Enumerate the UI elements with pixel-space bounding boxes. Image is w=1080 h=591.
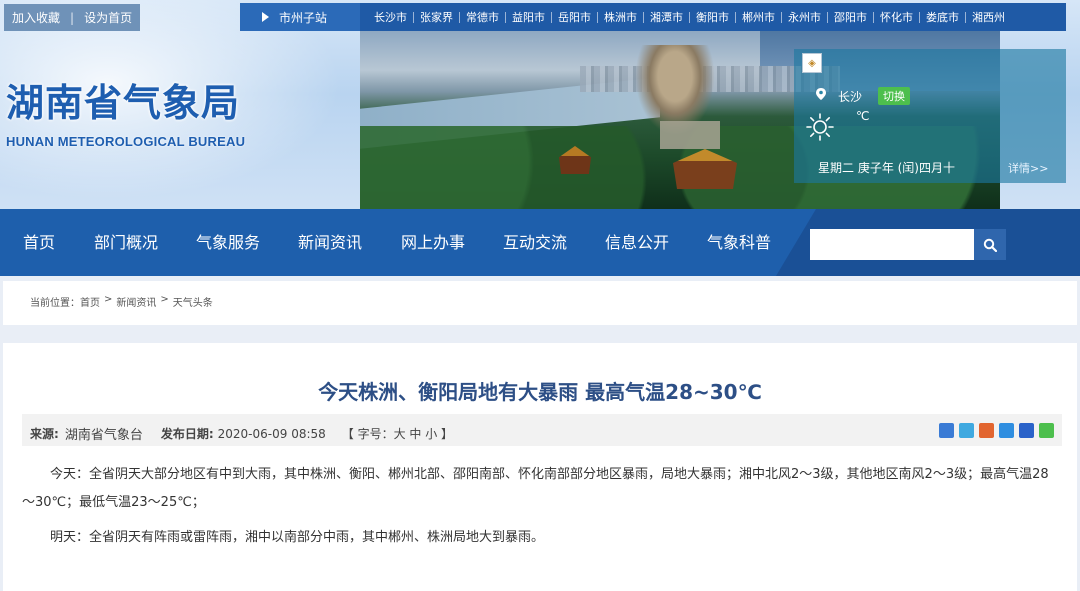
city-substation-bar: 市州子站 长沙市 张家界 常德市 益阳市 岳阳市 株洲市 湘潭市 衡阳市 郴州市 永州市 邵阳市 怀化… [240,3,1066,31]
city-link[interactable]: 娄底市 [920,11,966,23]
share-renren-icon[interactable] [1019,423,1034,438]
font-size-control[interactable]: 【 字号：大 中 小 】 [342,425,453,442]
city-link[interactable]: 永州市 [782,11,828,23]
breadcrumb-separator: > [104,294,113,305]
breadcrumb-current[interactable]: 天气头条 [173,294,213,309]
search-icon [983,238,997,252]
share-tencent-icon[interactable] [999,423,1014,438]
nav-item[interactable]: 网上办事 [401,209,465,276]
city-link[interactable]: 郴州市 [736,11,782,23]
share-weibo-icon[interactable] [979,423,994,438]
weather-city: 长沙 [838,90,863,104]
share-add-icon[interactable] [939,423,954,438]
date-label: 发布日期: [160,427,214,441]
search-button[interactable] [974,229,1006,260]
nav-item[interactable]: 信息公开 [605,209,669,276]
breadcrumb-news[interactable]: 新闻资讯 [116,294,156,309]
weather-widget: ◈ 长沙 切换 ℃ 星期二 庚子年 (闰)四月十 详情>> [794,49,1066,183]
breadcrumb-separator: > [160,294,169,305]
city-list: 长沙市 张家界 常德市 益阳市 岳阳市 株洲市 湘潭市 衡阳市 郴州市 永州市 邵阳市 怀化市 娄底市湘… [360,11,1011,23]
city-link[interactable]: 衡阳市 [690,11,736,23]
top-links: 加入收藏 | 设为首页 [4,4,141,31]
breadcrumb-home[interactable]: 当前位置：首页 [30,294,100,309]
set-homepage-link[interactable]: 设为首页 [84,9,132,26]
nav-item[interactable]: 气象科普 [707,209,771,276]
breadcrumb: 当前位置：首页 > 新闻资讯 > 天气头条 [30,294,217,309]
source-label: 来源: [30,427,59,441]
city-link[interactable]: 邵阳市 [828,11,874,23]
city-link[interactable]: 怀化市 [874,11,920,23]
weather-logo-icon: ◈ [802,53,822,73]
add-favorite-link[interactable]: 加入收藏 [12,9,60,26]
nav-item[interactable]: 互动交流 [503,209,567,276]
location-pin-icon [816,88,826,100]
search-input[interactable] [810,229,974,260]
share-buttons [939,423,1054,438]
city-link[interactable]: 岳阳市 [552,11,598,23]
city-link[interactable]: 湘潭市 [644,11,690,23]
article-paragraph: 今天：全省阴天大部分地区有中到大雨，其中株洲、衡阳、郴州北部、邵阳南部、怀化南部… [22,467,1049,510]
city-link[interactable]: 常德市 [460,11,506,23]
city-link[interactable]: 张家界 [414,11,460,23]
weather-detail-link[interactable]: 详情>> [1008,160,1048,176]
city-link[interactable]: 株洲市 [598,11,644,23]
nav-item[interactable]: 气象服务 [196,209,260,276]
city-substation-label[interactable]: 市州子站 [240,3,360,31]
site-logo-title[interactable]: 湖南省气象局 [6,72,240,127]
article-date: 2020-06-09 08:58 [217,426,326,441]
city-link[interactable]: 长沙市 [368,11,414,23]
nav-item[interactable]: 部门概况 [94,209,158,276]
article-paragraph: 明天：全省阴天有阵雨或雷阵雨，湘中以南部分中雨，其中郴州、株洲局地大到暴雨。 [50,530,545,545]
city-link[interactable]: 益阳市 [506,11,552,23]
switch-city-button[interactable]: 切换 [878,87,910,105]
nav-item[interactable]: 新闻资讯 [298,209,362,276]
sun-icon [806,113,834,141]
article-source: 湖南省气象台 [64,428,143,443]
article-meta: 来源: 湖南省气象台 发布日期: 2020-06-09 08:58 【 字号：大… [30,424,453,444]
play-triangle-icon [262,12,269,22]
nav-item[interactable]: 首页 [23,209,55,276]
city-link[interactable]: 湘西州 [966,12,1011,23]
share-wechat-icon[interactable] [1039,423,1054,438]
temperature-unit: ℃ [856,109,870,123]
site-header: 加入收藏 | 设为首页 市州子站 长沙市 张家界 常德市 益阳市 岳阳市 株洲市 湘潭市 衡阳… [0,0,1080,209]
article-title: 今天株洲、衡阳局地有大暴雨 最高气温28~30℃ [318,380,762,404]
divider: | [70,10,75,25]
site-logo-subtitle: HUNAN METEOROLOGICAL BUREAU [6,134,246,149]
share-qzone-icon[interactable] [959,423,974,438]
weather-date: 星期二 庚子年 (闰)四月十 [818,161,955,175]
